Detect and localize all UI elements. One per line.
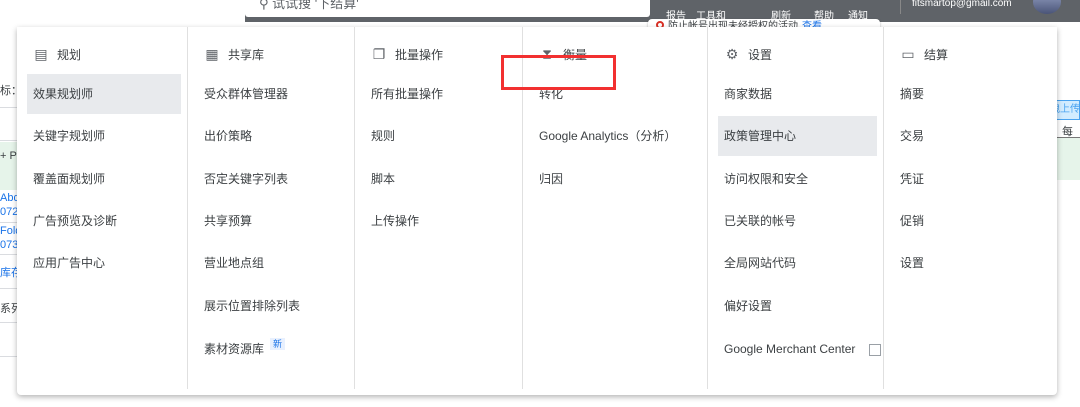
menu-column-4: ⚙ 设置商家数据政策管理中心 访问权限和安全 已关联的帐号 全局网站代码 偏好设置 Goog…	[708, 27, 884, 389]
menu-item-label: 受众群体管理器	[204, 87, 289, 101]
highlight-box	[501, 55, 616, 90]
calendar-icon: ▤	[34, 46, 48, 62]
menu-item-label: 共享预算	[204, 214, 253, 228]
menu-item-label: 脚本	[371, 172, 396, 186]
menu-item-label: 上传操作	[371, 214, 420, 228]
menu-item[interactable]: 广告预览及诊断	[27, 201, 181, 241]
menu-item-label: 促销	[900, 214, 925, 228]
menu-item-label: 关键字规划师	[33, 129, 106, 143]
search-placeholder: 试试搜 '下结算'	[272, 0, 359, 11]
menu-item-label: 设置	[900, 256, 925, 270]
column-header: ❐ 批量操作	[371, 45, 443, 63]
menu-item-label: 所有批量操作	[371, 87, 444, 101]
menu-item-label: 已关联的帐号	[724, 214, 797, 228]
copy-icon: ❐	[372, 46, 386, 62]
menu-item[interactable]: 受众群体管理器	[198, 74, 348, 114]
column-title: 批量操作	[395, 47, 444, 62]
menu-item-label: 出价策略	[204, 129, 253, 143]
menu-item-label: 归因	[539, 172, 564, 186]
menu-item-label: 否定关键字列表	[204, 172, 289, 186]
avatar[interactable]	[1033, 0, 1061, 14]
column-title: 结算	[924, 47, 949, 62]
menu-item[interactable]: 所有批量操作	[365, 74, 516, 114]
new-badge: 新	[270, 338, 286, 350]
menu-item[interactable]: 摘要	[894, 74, 1051, 114]
menu-item[interactable]: 上传操作	[365, 201, 516, 241]
menu-item[interactable]: 展示位置排除列表	[198, 286, 348, 326]
menu-item-label: 素材资源库	[204, 342, 265, 356]
menu-item[interactable]: Google Merchant Center	[718, 329, 882, 369]
menu-item[interactable]: 覆盖面规划师	[27, 159, 181, 199]
column-header: ▭ 结算	[900, 45, 948, 63]
menu-item-label: 规则	[371, 129, 396, 143]
menu-item-label: 展示位置排除列表	[204, 299, 301, 313]
menu-item-label: 广告预览及诊断	[33, 214, 118, 228]
menu-item-label: 访问权限和安全	[724, 172, 809, 186]
column-title: 设置	[748, 47, 773, 62]
menu-item-label: Google Analytics（分析）	[539, 129, 677, 143]
menu-item-label: 营业地点组	[204, 256, 265, 270]
menu-item[interactable]: 已关联的帐号	[718, 201, 877, 241]
menu-item-label: Google Merchant Center	[724, 342, 856, 356]
menu-item-label: 应用广告中心	[33, 256, 106, 270]
search-icon: ⚲	[259, 0, 273, 11]
menu-item[interactable]: 脚本	[365, 159, 516, 199]
menu-item[interactable]: 应用广告中心	[27, 243, 181, 283]
menu-item[interactable]: 营业地点组	[198, 243, 348, 283]
menu-item-label: 全局网站代码	[724, 256, 797, 270]
menu-item[interactable]: 效果规划师	[27, 74, 181, 114]
menu-item[interactable]: 设置	[894, 243, 1051, 283]
menu-item[interactable]: 全局网站代码	[718, 243, 877, 283]
menu-item[interactable]: 规则	[365, 116, 516, 156]
menu-item[interactable]: Google Analytics（分析）	[533, 116, 701, 156]
column-title: 共享库	[228, 47, 265, 62]
menu-item-label: 凭证	[900, 172, 925, 186]
credit-card-icon: ▭	[901, 46, 915, 62]
menu-item[interactable]: 商家数据	[718, 74, 877, 114]
menu-item-label: 偏好设置	[724, 299, 773, 313]
menu-item[interactable]: 关键字规划师	[27, 116, 181, 156]
menu-item[interactable]: 访问权限和安全	[718, 159, 877, 199]
menu-column-0: ▤ 规划效果规划师关键字规划师 覆盖面规划师 广告预览及诊断 应用广告中心	[17, 27, 188, 389]
top-bar: ⚲ 试试搜 '下结算' 报告 工具和 刷新 帮助 通知 fitsmartop@g…	[0, 0, 1080, 22]
menu-item[interactable]: 归因	[533, 159, 701, 199]
external-link-icon	[869, 343, 882, 356]
menu-item[interactable]: 否定关键字列表	[198, 159, 348, 199]
menu-column-2: ❐ 批量操作所有批量操作 规则脚本上传操作	[355, 27, 523, 389]
column-header: ⚙ 设置	[724, 45, 772, 63]
menu-item-label: 摘要	[900, 87, 925, 101]
column-header: ▦ 共享库	[204, 45, 264, 63]
menu-item[interactable]: 素材资源库新	[198, 329, 348, 369]
menu-item[interactable]: 凭证	[894, 159, 1051, 199]
account-email[interactable]: fitsmartop@gmail.com	[912, 0, 1012, 9]
column-title: 规划	[57, 47, 82, 62]
menu-item[interactable]: 交易	[894, 116, 1051, 156]
menu-column-1: ▦ 共享库 受众群体管理器 出价策略 否定关键字列表 共享预算 营业地点组 展示位置排除列表素…	[188, 27, 355, 389]
menu-item-label: 交易	[900, 129, 925, 143]
menu-item-label: 效果规划师	[33, 87, 94, 101]
menu-item-label: 政策管理中心	[724, 129, 797, 143]
menu-item[interactable]: 政策管理中心	[718, 116, 877, 156]
menu-item[interactable]: 共享预算	[198, 201, 348, 241]
column-header: ▤ 规划	[33, 45, 81, 63]
search-input[interactable]: ⚲ 试试搜 '下结算'	[245, 0, 650, 17]
menu-item[interactable]: 出价策略	[198, 116, 348, 156]
menu-column-5: ▭ 结算摘要交易凭证促销设置	[884, 27, 1057, 389]
menu-item-label: 覆盖面规划师	[33, 172, 106, 186]
menu-item[interactable]: 促销	[894, 201, 1051, 241]
library-icon: ▦	[205, 46, 219, 62]
settings-icon: ⚙	[725, 46, 739, 62]
menu-item[interactable]: 偏好设置	[718, 286, 877, 326]
menu-item-label: 商家数据	[724, 87, 773, 101]
